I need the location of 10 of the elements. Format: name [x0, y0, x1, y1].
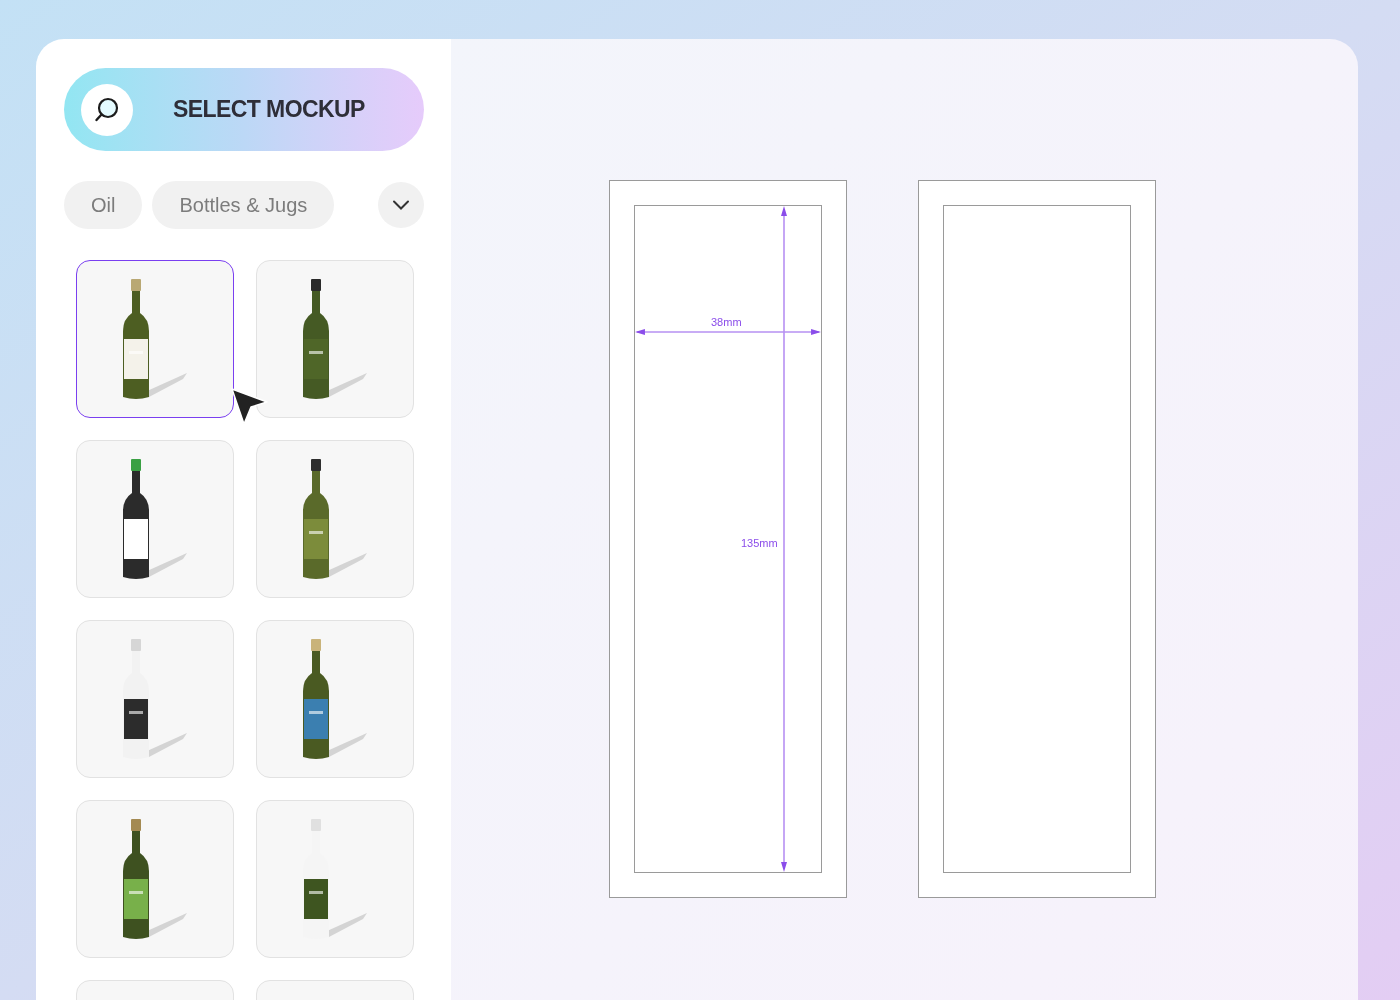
height-label: 135mm	[741, 538, 778, 549]
search-icon	[93, 95, 121, 124]
filter-chip[interactable]: Bottles & Jugs	[152, 181, 335, 229]
mockup-thumbnail[interactable]	[76, 260, 234, 418]
banner-title: SELECT MOCKUP	[173, 95, 365, 125]
chevron-down-icon	[392, 200, 410, 210]
filter-dropdown-button[interactable]	[378, 182, 424, 228]
select-mockup-banner[interactable]: SELECT MOCKUP	[64, 68, 424, 151]
filter-chip[interactable]: Oil	[64, 181, 143, 229]
width-label: 38mm	[711, 317, 742, 328]
